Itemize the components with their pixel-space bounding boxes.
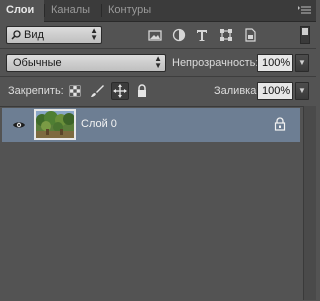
- lock-all-icon[interactable]: [134, 83, 150, 99]
- opacity-input[interactable]: 100%: [257, 54, 293, 72]
- panel-menu-icon[interactable]: [298, 3, 312, 17]
- tab-paths[interactable]: Контуры: [102, 0, 160, 21]
- divider: [0, 48, 316, 49]
- opacity-label: Непрозрачность:: [172, 57, 259, 69]
- lock-label: Закрепить:: [8, 85, 64, 97]
- image-filter-icon[interactable]: [147, 27, 163, 43]
- adjustment-filter-icon[interactable]: [171, 27, 187, 43]
- lock-transparent-pixels-icon[interactable]: [67, 83, 83, 99]
- tab-layers[interactable]: Слои: [0, 0, 44, 22]
- spinner-arrows-icon: ▲ ▼: [154, 54, 162, 70]
- opacity-dropdown-button[interactable]: ▼: [295, 54, 309, 72]
- layer-thumbnail: [34, 109, 76, 140]
- smart-object-filter-icon[interactable]: [242, 27, 258, 43]
- blend-mode-select[interactable]: Обычные ▲ ▼: [6, 54, 166, 72]
- layer-row[interactable]: Слой 0: [2, 108, 300, 142]
- layers-scrollbar[interactable]: [303, 106, 316, 300]
- fill-label: Заливка:: [214, 85, 260, 97]
- lock-position-icon[interactable]: [111, 82, 129, 100]
- blend-mode-label: Обычные: [13, 57, 62, 69]
- layer-locked-icon: [274, 117, 286, 131]
- filter-type-label: Вид: [24, 29, 44, 41]
- type-filter-icon[interactable]: [194, 27, 210, 43]
- filter-type-select[interactable]: Вид ▲ ▼: [6, 26, 102, 44]
- shape-filter-icon[interactable]: [218, 27, 234, 43]
- divider: [0, 76, 316, 77]
- panel-tab-bar: Слои Каналы Контуры: [0, 0, 316, 22]
- spinner-arrows-icon: ▲ ▼: [90, 26, 98, 42]
- eye-visibility-icon[interactable]: [12, 118, 26, 132]
- layer-name[interactable]: Слой 0: [81, 117, 117, 131]
- filter-toggle-switch[interactable]: [300, 26, 310, 44]
- fill-input[interactable]: 100%: [257, 82, 293, 100]
- fill-dropdown-button[interactable]: ▼: [295, 82, 309, 100]
- layers-panel: Слои Каналы Контуры Вид ▲ ▼ Обычные ▲ ▼ …: [0, 0, 316, 301]
- lock-image-pixels-icon[interactable]: [89, 83, 105, 99]
- search-icon: [11, 27, 21, 48]
- tab-channels[interactable]: Каналы: [45, 0, 101, 21]
